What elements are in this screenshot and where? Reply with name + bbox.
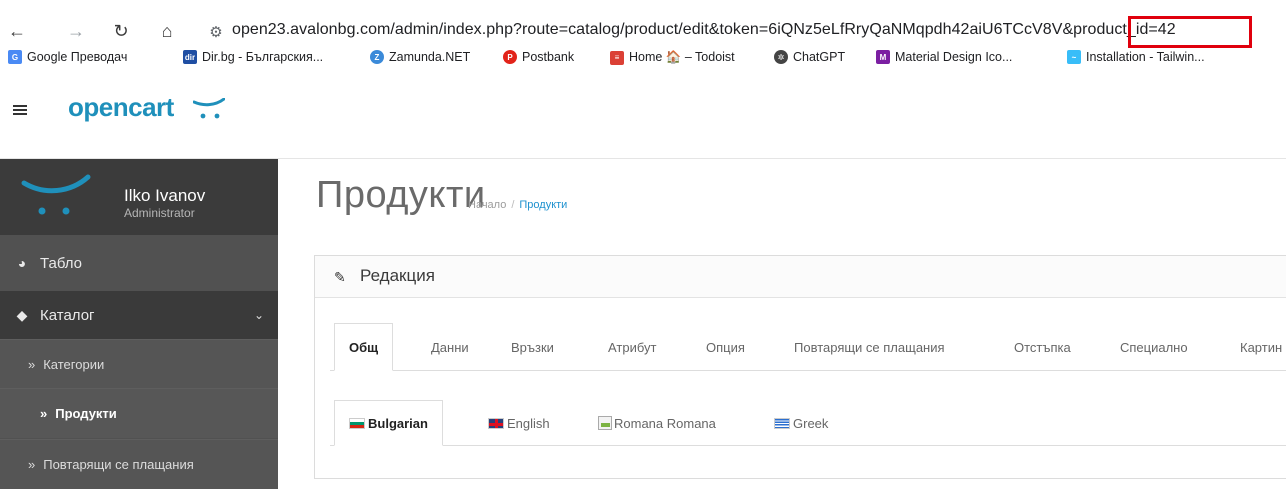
tab-recurring[interactable]: Повтарящи се плащания — [794, 323, 945, 371]
sidebar-item-label: Продукти — [55, 406, 117, 421]
bookmark-todoist[interactable]: ≡ Home 🏠 – Todoist — [610, 50, 735, 65]
forward-icon[interactable]: → — [63, 18, 89, 44]
tab-general[interactable]: Общ — [334, 323, 394, 371]
postbank-icon: P — [503, 50, 517, 64]
home-icon[interactable]: ⌂ — [154, 18, 180, 44]
todoist-icon: ≡ — [610, 50, 624, 65]
tab-links[interactable]: Връзки — [511, 323, 554, 371]
panel-title: Редакция — [360, 266, 435, 285]
bookmark-label: ChatGPT — [793, 50, 846, 64]
address-bar-url[interactable]: open23.avalonbg.com/admin/index.php?rout… — [232, 21, 1176, 39]
bookmark-label: Dir.bg - Българския... — [202, 50, 324, 64]
breadcrumb: Начало / Продукти — [468, 199, 567, 211]
greece-flag-icon — [774, 417, 790, 429]
tab-language-english[interactable]: English — [488, 400, 550, 446]
breadcrumb-separator: / — [511, 199, 515, 211]
chatgpt-icon: ✲ — [774, 50, 788, 64]
material-icon: M — [876, 50, 890, 64]
double-chevron-icon: » — [28, 457, 36, 472]
tab-language-romana[interactable]: Romana Romana — [598, 400, 716, 446]
language-label: Bulgarian — [368, 415, 428, 431]
tag-icon: ◆ — [16, 306, 28, 323]
bookmark-zamunda[interactable]: Z Zamunda.NET — [370, 50, 470, 64]
sidebar-item-catalog[interactable]: ◆ Каталог ⌄ — [0, 291, 278, 339]
bookmark-label: Home 🏠 – Todoist — [629, 50, 735, 64]
dir-icon: dir — [183, 50, 197, 64]
site-settings-icon[interactable]: ⚙ — [204, 20, 228, 44]
sidebar-item-label: Каталог — [40, 306, 95, 324]
user-role: Administrator — [124, 206, 195, 220]
tab-option[interactable]: Опция — [706, 323, 745, 371]
reload-icon[interactable]: ↻ — [108, 18, 134, 44]
zamunda-icon: Z — [370, 50, 384, 64]
bookmark-label: Postbank — [522, 50, 575, 64]
breadcrumb-current[interactable]: Продукти — [519, 199, 567, 211]
dashboard-icon: ◕ — [17, 255, 27, 271]
tab-language-greek[interactable]: Greek — [774, 400, 828, 446]
tab-data[interactable]: Данни — [431, 323, 469, 371]
sidebar-item-label: Повтарящи се плащания — [43, 457, 194, 472]
bulgaria-flag-icon — [349, 417, 365, 429]
sidebar-item-dashboard[interactable]: ◕ Табло — [0, 239, 278, 287]
tab-special[interactable]: Специално — [1120, 323, 1188, 371]
bookmark-label: Installation - Tailwin... — [1086, 50, 1205, 64]
cart-logo-icon — [193, 98, 225, 119]
bookmark-postbank[interactable]: P Postbank — [503, 50, 574, 64]
page-title: Продукти — [316, 174, 486, 216]
user-name: Ilko Ivanov — [124, 186, 206, 205]
bookmark-label: Google Преводач — [27, 50, 128, 64]
tab-image[interactable]: Картин — [1240, 323, 1282, 371]
product-id-highlight-box — [1128, 16, 1252, 48]
tab-language-bulgarian[interactable]: Bulgarian — [334, 400, 443, 446]
language-label: Romana Romana — [614, 415, 716, 431]
uk-flag-icon — [488, 417, 504, 429]
sidebar-item-recurring[interactable]: » Повтарящи се плащания — [0, 439, 278, 489]
avatar — [21, 174, 91, 215]
tailwind-icon: ~ — [1067, 50, 1081, 64]
bookmark-tailwind[interactable]: ~ Installation - Tailwin... — [1067, 50, 1205, 64]
back-icon[interactable]: ← — [4, 18, 30, 44]
sidebar-item-label: Категории — [43, 357, 105, 372]
bookmark-chatgpt[interactable]: ✲ ChatGPT — [774, 50, 845, 64]
chevron-down-icon: ⌄ — [253, 308, 264, 322]
broken-image-icon — [598, 416, 612, 430]
double-chevron-icon: » — [40, 406, 48, 421]
opencart-logo[interactable]: opencart — [68, 92, 174, 123]
breadcrumb-home[interactable]: Начало — [468, 199, 506, 211]
menu-toggle-icon[interactable] — [13, 105, 27, 117]
sidebar-item-label: Табло — [40, 254, 83, 272]
language-label: English — [507, 415, 550, 431]
sidebar-item-products[interactable]: » Продукти — [0, 388, 278, 438]
tab-discount[interactable]: Отстъпка — [1014, 323, 1071, 371]
tab-attribute[interactable]: Атрибут — [608, 323, 656, 371]
bookmark-dir[interactable]: dir Dir.bg - Българския... — [183, 50, 323, 64]
pencil-icon: ✎ — [334, 269, 346, 285]
bookmark-google-translate[interactable]: G Google Преводач — [8, 50, 127, 64]
panel-heading — [315, 256, 1286, 298]
double-chevron-icon: » — [28, 357, 36, 372]
bookmark-label: Zamunda.NET — [389, 50, 471, 64]
sidebar-item-categories[interactable]: » Категории — [0, 339, 278, 389]
language-label: Greek — [793, 415, 829, 431]
bookmark-material-design[interactable]: M Material Design Ico... — [876, 50, 1012, 64]
google-translate-icon: G — [8, 50, 22, 64]
bookmark-label: Material Design Ico... — [895, 50, 1013, 64]
